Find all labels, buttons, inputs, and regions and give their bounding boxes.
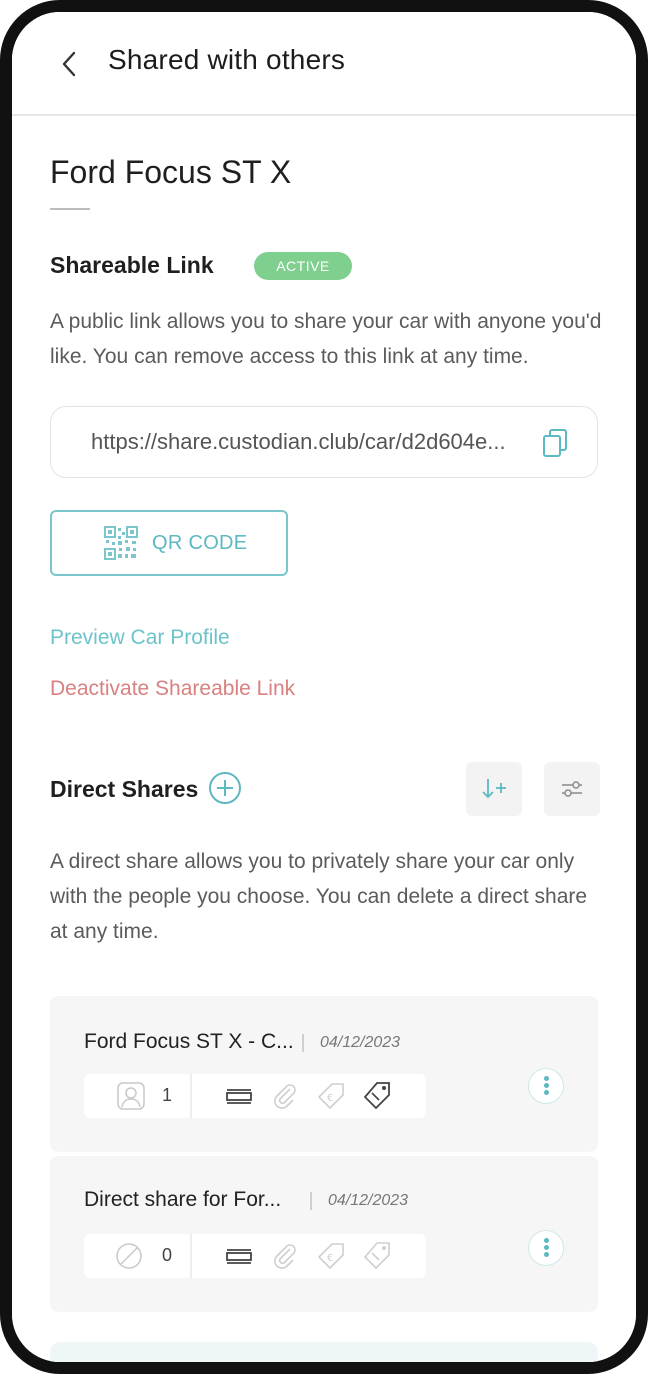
dot [544,1076,549,1081]
tags-icon [363,1082,390,1110]
car-name: Ford Focus ST X [50,154,292,190]
direct-share-title: Direct share for For... [84,1188,282,1211]
qr-code-label: QR CODE [152,532,248,554]
filter-button[interactable] [544,762,600,816]
page-title: Shared with others [108,44,346,75]
pill-divider [190,1234,192,1278]
qr-code-button[interactable]: QR CODE [50,510,288,576]
title-divider [302,1034,304,1052]
svg-text:€: € [327,1093,333,1104]
direct-share-date: 04/12/2023 [328,1192,409,1209]
dot [544,1245,549,1250]
shareable-link-heading: Shareable Link [50,252,214,278]
dot [544,1083,549,1088]
status-badge: ACTIVE [254,252,352,280]
chevron-left-icon [62,51,76,77]
screen: Shared with others Ford Focus ST X Share… [12,12,636,1362]
top-bar: Shared with others [12,12,636,116]
back-button[interactable] [56,48,84,80]
deactivate-link[interactable]: Deactivate Shareable Link [50,677,295,701]
avatar-icon [117,1082,145,1110]
direct-share-date: 04/12/2023 [320,1034,401,1051]
direct-share-card[interactable]: Ford Focus ST X - C... 04/12/2023 1 € [50,996,598,1152]
preview-car-profile-link[interactable]: Preview Car Profile [50,626,230,650]
price-tag-euro-icon: € [317,1083,344,1110]
details-icon [226,1249,252,1264]
copy-icon [543,429,567,457]
details-icon [226,1089,252,1104]
shareable-link-url: https://share.custodian.club/car/d2d604e… [91,429,506,454]
direct-share-card[interactable]: Direct share for For... 04/12/2023 0 € [50,1156,598,1312]
dot [544,1252,549,1257]
attachment-icon [274,1244,296,1269]
direct-shares-description: A direct share allows you to privately s… [50,850,588,943]
next-card-partial [50,1342,598,1362]
more-options-button[interactable] [528,1068,564,1104]
shareable-link-field[interactable]: https://share.custodian.club/car/d2d604e… [50,406,598,478]
direct-share-title: Ford Focus ST X - C... [84,1030,294,1053]
qr-code-icon [104,526,138,560]
svg-text:€: € [327,1253,333,1264]
attachment-icon [274,1084,296,1109]
device-frame: Shared with others Ford Focus ST X Share… [0,0,648,1374]
shareable-link-description: A public link allows you to share your c… [50,310,602,368]
filter-icon [562,781,582,797]
recipient-count: 1 [162,1085,173,1105]
recipient-count: 0 [162,1245,173,1265]
pill-divider [190,1074,192,1118]
title-underline [50,208,90,210]
sort-button[interactable] [466,762,522,816]
more-options-button[interactable] [528,1230,564,1266]
copy-button[interactable] [541,427,571,459]
direct-shares-heading: Direct Shares [50,776,199,802]
tags-icon [363,1242,390,1270]
sort-add-icon [482,779,506,799]
price-tag-euro-icon: € [317,1243,344,1270]
title-divider [310,1192,312,1210]
dot [544,1090,549,1095]
plus-circle-icon [209,772,241,804]
add-direct-share-button[interactable] [208,771,242,805]
share-permissions-bar: 0 € [84,1234,426,1278]
share-permissions-bar: 1 € [84,1074,426,1118]
dot [544,1238,549,1243]
no-recipient-icon [116,1243,142,1269]
